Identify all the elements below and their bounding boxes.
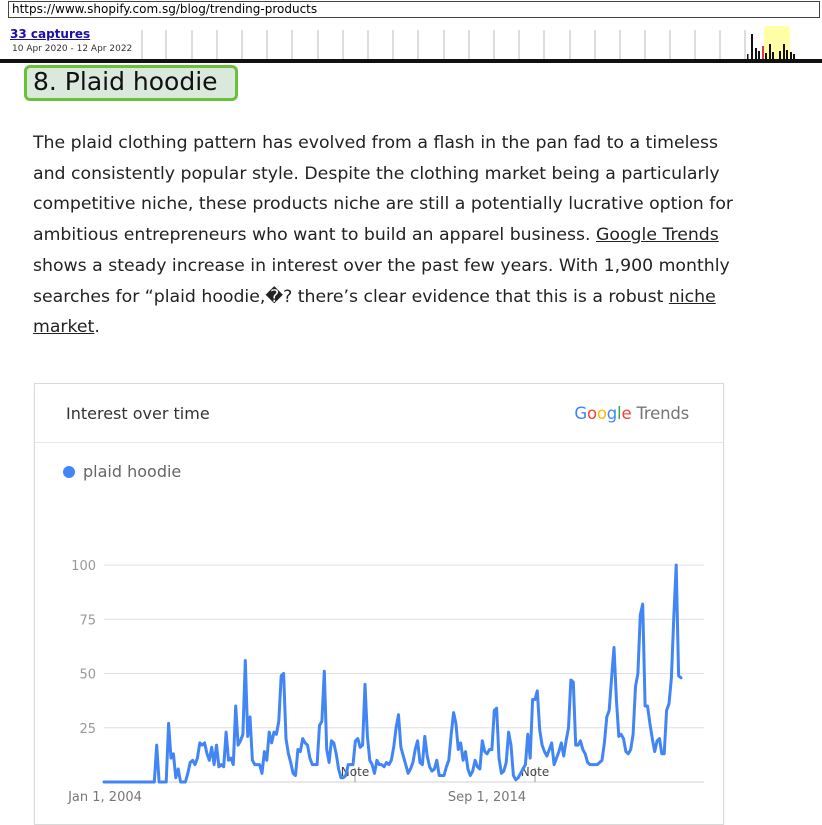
y-tick-label: 25 (79, 722, 96, 737)
y-tick-label: 75 (79, 613, 96, 628)
x-tick-label: Sep 1, 2014 (448, 790, 526, 805)
y-tick-label: 100 (71, 559, 96, 574)
chart-y-tick-labels: 25 50 75 100 (71, 559, 96, 737)
x-tick-label: Jan 1, 2004 (67, 790, 142, 805)
interest-over-time-chart: 255075100 Note Note Jan 1, 2004 Sep 1, 201… (67, 559, 704, 805)
chart-x-tick-labels: Jan 1, 2004 Sep 1, 2014 (67, 790, 526, 805)
y-tick-label: 50 (79, 668, 96, 683)
